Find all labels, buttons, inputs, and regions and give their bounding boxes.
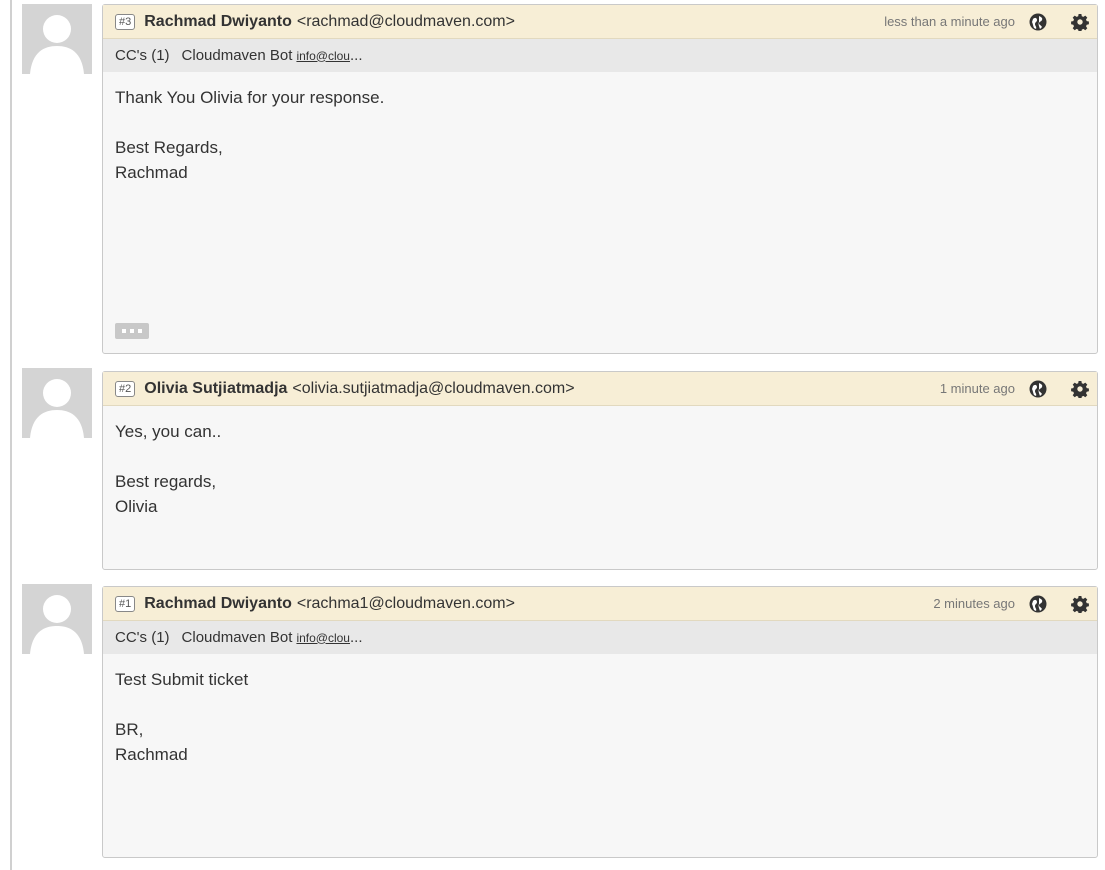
message-card-3: #3 Rachmad Dwiyanto <rachmad@cloudmaven.… — [102, 4, 1098, 354]
author-name: Rachmad Dwiyanto — [144, 594, 292, 612]
avatar-message-2 — [22, 368, 92, 438]
globe-icon[interactable] — [1029, 380, 1047, 398]
message-header: #3 Rachmad Dwiyanto <rachmad@cloudmaven.… — [103, 5, 1097, 39]
cc-row: CC's (1) Cloudmaven Bot info@clou ... — [103, 621, 1097, 654]
show-quoted-ellipsis-icon[interactable] — [115, 323, 149, 339]
cc-row: CC's (1) Cloudmaven Bot info@clou ... — [103, 39, 1097, 72]
body-line: Test Submit ticket — [115, 670, 249, 689]
avatar-message-1 — [22, 584, 92, 654]
message-card-2: #2 Olivia Sutjiatmadja <olivia.sutjiatma… — [102, 371, 1098, 570]
timestamp: 1 minute ago — [939, 381, 1015, 396]
cc-label: CC's (1) — [115, 47, 170, 64]
message-body: Thank You Olivia for your response. Best… — [103, 72, 1097, 185]
body-line: Rachmad — [115, 745, 188, 764]
message-card-1: #1 Rachmad Dwiyanto <rachma1@cloudmaven.… — [102, 586, 1098, 858]
gear-icon[interactable] — [1071, 380, 1089, 399]
avatar-message-3 — [22, 4, 92, 74]
author-email: <olivia.sutjiatmadja@cloudmaven.com> — [292, 379, 575, 397]
cc-name: Cloudmaven Bot — [181, 47, 293, 64]
message-body: Test Submit ticket BR, Rachmad — [103, 654, 1097, 767]
body-line: BR, — [115, 720, 144, 739]
thread-rule — [10, 0, 12, 870]
body-line: Yes, you can.. — [115, 422, 222, 441]
author-name: Rachmad Dwiyanto — [144, 12, 292, 30]
gear-icon[interactable] — [1071, 595, 1089, 614]
gear-icon[interactable] — [1071, 13, 1089, 32]
globe-icon[interactable] — [1029, 13, 1047, 31]
message-number: #1 — [115, 595, 136, 612]
cc-name: Cloudmaven Bot — [181, 629, 293, 646]
cc-more: ... — [349, 629, 363, 646]
cc-more: ... — [349, 47, 363, 64]
body-line: Best Regards, — [115, 138, 223, 157]
author-name: Olivia Sutjiatmadja — [144, 379, 288, 397]
timestamp: less than a minute ago — [884, 14, 1015, 29]
message-number: #2 — [115, 380, 136, 397]
timestamp: 2 minutes ago — [933, 596, 1015, 611]
message-number: #3 — [115, 13, 136, 30]
globe-icon[interactable] — [1029, 595, 1047, 613]
author-email: <rachmad@cloudmaven.com> — [296, 12, 515, 30]
message-body: Yes, you can.. Best regards, Olivia — [103, 406, 1097, 519]
body-line: Rachmad — [115, 163, 188, 182]
cc-email-link[interactable]: info@clou — [296, 631, 350, 645]
body-line: Olivia — [115, 497, 158, 516]
body-line: Best regards, — [115, 472, 217, 491]
message-header: #2 Olivia Sutjiatmadja <olivia.sutjiatma… — [103, 372, 1097, 406]
message-header: #1 Rachmad Dwiyanto <rachma1@cloudmaven.… — [103, 587, 1097, 621]
cc-label: CC's (1) — [115, 629, 170, 646]
body-line: Thank You Olivia for your response. — [115, 88, 385, 107]
cc-email-link[interactable]: info@clou — [296, 49, 350, 63]
author-email: <rachma1@cloudmaven.com> — [296, 594, 515, 612]
